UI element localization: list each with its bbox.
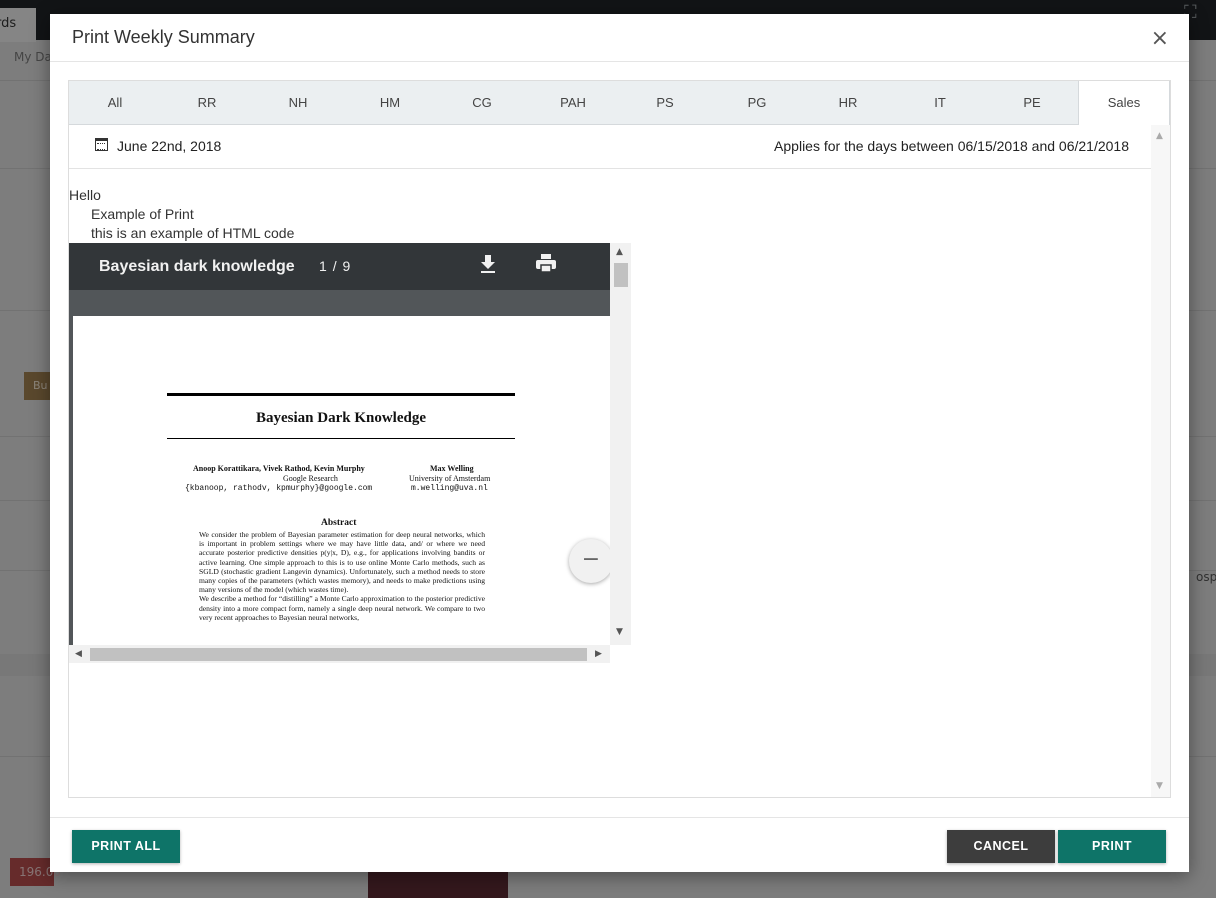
abstract-paragraph: We consider the problem of Bayesian para…: [199, 530, 485, 595]
summary-panel: All RR NH HM CG PAH PS PG HR IT PE Sales…: [68, 80, 1171, 798]
pdf-page-separator: /: [332, 258, 338, 274]
pdf-toolbar: Bayesian dark knowledge 1 / 9: [69, 243, 610, 290]
print-button[interactable]: PRINT: [1058, 830, 1166, 863]
scroll-left-icon[interactable]: ◀: [75, 649, 82, 659]
paper-email: m.welling@uva.nl: [411, 484, 488, 493]
download-icon[interactable]: [477, 251, 499, 275]
tab-nh[interactable]: NH: [252, 81, 344, 125]
tab-pe[interactable]: PE: [986, 81, 1078, 125]
scroll-down-icon[interactable]: ▼: [1156, 781, 1163, 791]
paper-authors: Max Welling: [430, 464, 474, 473]
scroll-up-icon[interactable]: ▲: [616, 247, 623, 257]
tab-content: June 22nd, 2018 Applies for the days bet…: [69, 125, 1151, 797]
paper-affiliation: University of Amsterdam: [409, 474, 491, 483]
applies-range: Applies for the days between 06/15/2018 …: [774, 138, 1129, 154]
tab-sales[interactable]: Sales: [1078, 81, 1170, 126]
abstract-paragraph: We describe a method for “distilling” a …: [199, 594, 485, 622]
modal-title: Print Weekly Summary: [72, 27, 255, 47]
modal-footer: PRINT ALL CANCEL PRINT: [50, 817, 1189, 872]
tab-all[interactable]: All: [69, 81, 161, 125]
cancel-button[interactable]: CANCEL: [947, 830, 1055, 863]
example-text: Example of Print: [91, 206, 194, 222]
pdf-horizontal-scrollbar[interactable]: ◀ ▶: [69, 645, 610, 663]
pdf-viewport[interactable]: Bayesian dark knowledge 1 / 9 Bayesian D…: [69, 243, 610, 645]
content-vertical-scrollbar[interactable]: ▲ ▼: [1151, 125, 1170, 797]
tab-hm[interactable]: HM: [344, 81, 436, 125]
tab-hr[interactable]: HR: [802, 81, 894, 125]
print-all-button[interactable]: PRINT ALL: [72, 830, 180, 863]
greeting-text: Hello: [69, 187, 101, 203]
paper-top-rule: [167, 393, 515, 396]
tab-cg[interactable]: CG: [436, 81, 528, 125]
print-weekly-summary-dialog: Print Weekly Summary × All RR NH HM CG P…: [50, 14, 1189, 872]
scrollbar-thumb[interactable]: [614, 263, 628, 287]
abstract-heading: Abstract: [321, 518, 357, 528]
paper-title: Bayesian Dark Knowledge: [255, 410, 426, 426]
paper-affiliation: Google Research: [283, 474, 338, 483]
abstract-body: We consider the problem of Bayesian para…: [199, 530, 485, 622]
pdf-vertical-scrollbar[interactable]: ▲ ▼: [610, 243, 631, 645]
scrollbar-thumb[interactable]: [90, 648, 587, 661]
department-tabs: All RR NH HM CG PAH PS PG HR IT PE Sales: [69, 81, 1170, 126]
tab-it[interactable]: IT: [894, 81, 986, 125]
modal-header: Print Weekly Summary ×: [50, 14, 1189, 62]
pdf-page-current[interactable]: 1: [319, 258, 328, 274]
scroll-up-icon[interactable]: ▲: [1156, 131, 1163, 141]
tab-rr[interactable]: RR: [161, 81, 253, 125]
tab-ps[interactable]: PS: [619, 81, 711, 125]
tab-pah[interactable]: PAH: [527, 81, 619, 125]
pdf-page-indicator: 1 / 9: [319, 258, 351, 274]
print-icon[interactable]: [534, 251, 558, 275]
scroll-right-icon[interactable]: ▶: [595, 649, 602, 659]
scroll-down-icon[interactable]: ▼: [616, 627, 623, 637]
pdf-page-total: 9: [342, 258, 352, 274]
pdf-title: Bayesian dark knowledge: [99, 258, 295, 275]
paper-authors: Anoop Korattikara, Vivek Rathod, Kevin M…: [193, 464, 365, 473]
calendar-icon: [95, 138, 108, 151]
close-icon[interactable]: ×: [1151, 26, 1169, 51]
html-example-text: this is an example of HTML code: [91, 225, 295, 241]
tab-pg[interactable]: PG: [711, 81, 803, 125]
zoom-out-button[interactable]: −: [569, 539, 610, 583]
date-row: June 22nd, 2018 Applies for the days bet…: [69, 125, 1151, 169]
paper-bottom-rule: [167, 438, 515, 439]
pdf-viewer[interactable]: Bayesian dark knowledge 1 / 9 Bayesian D…: [69, 243, 631, 663]
summary-date: June 22nd, 2018: [117, 138, 222, 154]
paper-email: {kbanoop, rathodv, kpmurphy}@google.com: [185, 484, 373, 493]
pdf-page: Bayesian Dark Knowledge Anoop Korattikar…: [73, 316, 610, 645]
